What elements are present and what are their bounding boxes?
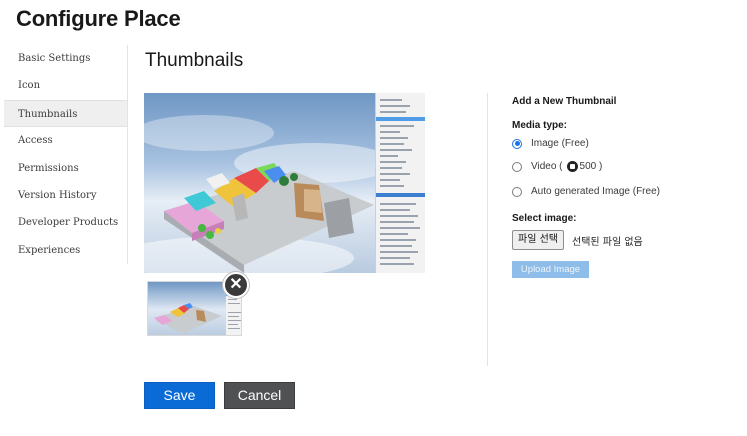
upload-image-button[interactable]: Upload Image bbox=[512, 261, 589, 278]
panel-divider bbox=[487, 93, 488, 366]
save-button[interactable]: Save bbox=[144, 382, 215, 409]
sidebar-item-permissions[interactable]: Permissions bbox=[4, 155, 127, 182]
cancel-button[interactable]: Cancel bbox=[224, 382, 295, 409]
choose-file-button[interactable]: 파일 선택 bbox=[512, 230, 564, 250]
select-image-label: Select image: bbox=[512, 213, 577, 224]
video-price: 500 bbox=[579, 161, 597, 172]
radio-image[interactable] bbox=[512, 138, 522, 149]
sidebar-item-experiences[interactable]: Experiences bbox=[4, 237, 127, 264]
add-thumbnail-title: Add a New Thumbnail bbox=[512, 96, 617, 107]
sidebar-item-developer-products[interactable]: Developer Products bbox=[4, 209, 127, 236]
sidebar-nav: Basic Settings Icon Thumbnails Access Pe… bbox=[4, 45, 128, 264]
media-option-image-label: Image (Free) bbox=[531, 138, 589, 149]
media-option-video[interactable]: Video ( 500 ) bbox=[512, 161, 602, 172]
media-option-auto-label: Auto generated Image (Free) bbox=[531, 186, 660, 197]
remove-thumbnail-button[interactable]: ✕ bbox=[223, 272, 249, 298]
file-status-text: 선택된 파일 없음 bbox=[572, 237, 643, 248]
sidebar-item-version-history[interactable]: Version History bbox=[4, 182, 127, 209]
media-option-video-suffix: ) bbox=[598, 161, 603, 172]
radio-video[interactable] bbox=[512, 161, 522, 172]
sidebar-item-thumbnails[interactable]: Thumbnails bbox=[4, 99, 127, 128]
robux-icon bbox=[566, 161, 578, 172]
close-icon: ✕ bbox=[229, 276, 243, 293]
media-type-label: Media type: bbox=[512, 120, 568, 131]
page-title: Configure Place bbox=[16, 6, 181, 31]
sidebar-item-basic-settings[interactable]: Basic Settings bbox=[4, 45, 127, 72]
sidebar-item-access[interactable]: Access bbox=[4, 127, 127, 154]
thumbnail-preview-image bbox=[144, 93, 425, 273]
sidebar-item-icon[interactable]: Icon bbox=[4, 72, 127, 99]
section-title: Thumbnails bbox=[145, 50, 244, 71]
studio-explorer-panel bbox=[375, 93, 425, 273]
media-option-video-label: Video ( bbox=[531, 161, 563, 172]
media-option-auto[interactable]: Auto generated Image (Free) bbox=[512, 186, 660, 197]
add-thumbnail-panel: Add a New Thumbnail Media type: Image (F… bbox=[512, 93, 732, 278]
radio-auto-generated[interactable] bbox=[512, 186, 522, 197]
media-option-image[interactable]: Image (Free) bbox=[512, 138, 589, 149]
